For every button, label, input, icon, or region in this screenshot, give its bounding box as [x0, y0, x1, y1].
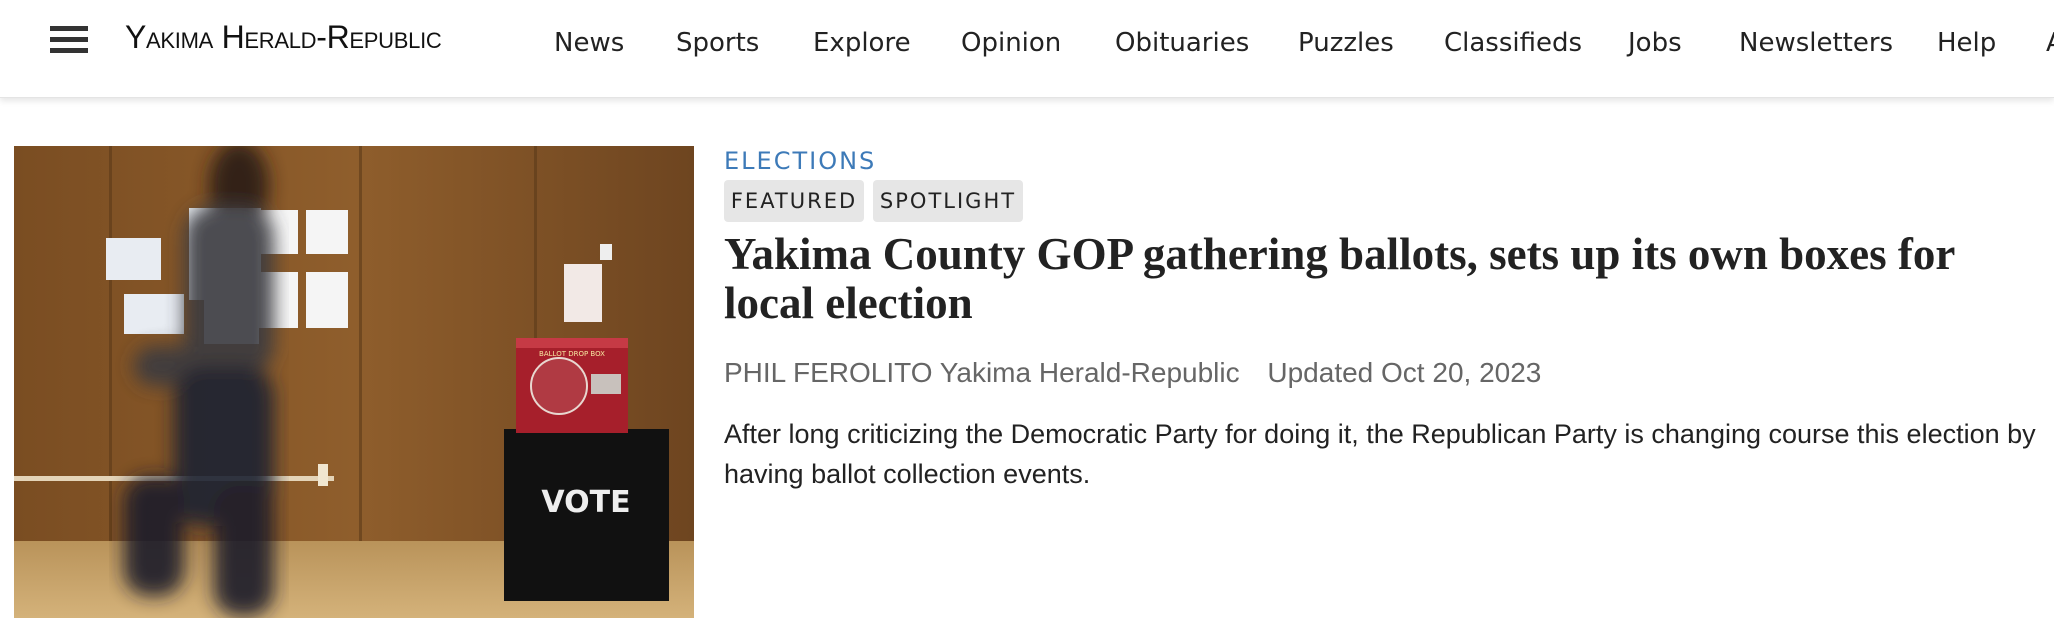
vote-sign: VOTE	[541, 485, 630, 520]
nav-item-sports[interactable]: Sports	[676, 25, 759, 61]
nav-item-help[interactable]: Help	[1937, 25, 1996, 61]
nav-item-overflow[interactable]: A	[2046, 25, 2054, 61]
section-label-elections[interactable]: ELECTIONS	[724, 146, 876, 176]
article-byline: PHIL FEROLITO Yakima Herald-Republic Upd…	[724, 356, 1541, 390]
hamburger-menu-icon[interactable]	[50, 23, 88, 57]
nav-item-opinion[interactable]: Opinion	[961, 25, 1061, 61]
site-header: Yakima Herald-Republic News Sports Explo…	[0, 0, 2054, 98]
article-summary: After long criticizing the Democratic Pa…	[724, 419, 2036, 489]
updated-timestamp: Updated Oct 20, 2023	[1267, 357, 1542, 388]
nav-item-classifieds[interactable]: Classifieds	[1444, 25, 1582, 61]
nav-item-newsletters[interactable]: Newsletters	[1739, 25, 1893, 61]
nav-item-jobs[interactable]: Jobs	[1628, 25, 1682, 61]
ballot-box-label: BALLOT DROP BOX	[539, 350, 605, 358]
nav-item-news[interactable]: News	[554, 25, 624, 61]
article-headline[interactable]: Yakima County GOP gathering ballots, set…	[724, 230, 2044, 328]
tag-spotlight[interactable]: SPOTLIGHT	[873, 180, 1023, 222]
nav-item-explore[interactable]: Explore	[813, 25, 911, 61]
article-photo[interactable]: VOTE BALLOT DROP BOX	[14, 146, 694, 618]
election-photo-illustration: VOTE BALLOT DROP BOX	[14, 146, 694, 618]
publication-name: Yakima Herald-Republic	[939, 357, 1240, 388]
nav-item-obituaries[interactable]: Obituaries	[1115, 25, 1249, 61]
tag-featured[interactable]: FEATURED	[724, 180, 864, 222]
author-name[interactable]: PHIL FEROLITO	[724, 357, 933, 388]
nav-item-puzzles[interactable]: Puzzles	[1298, 25, 1394, 61]
site-logo[interactable]: Yakima Herald-Republic	[125, 17, 442, 57]
